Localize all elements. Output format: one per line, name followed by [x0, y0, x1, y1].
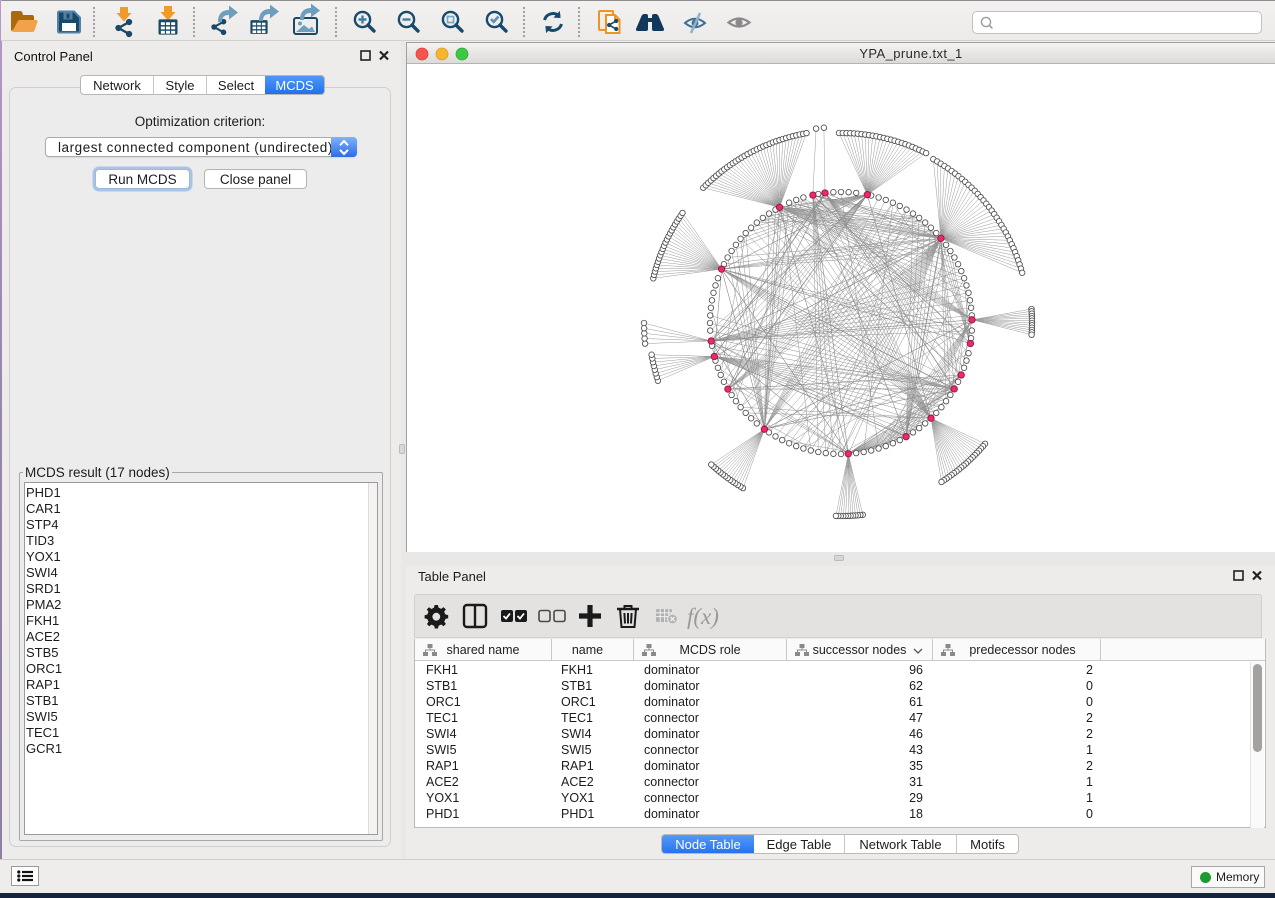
svg-text:f(x): f(x): [687, 604, 719, 629]
